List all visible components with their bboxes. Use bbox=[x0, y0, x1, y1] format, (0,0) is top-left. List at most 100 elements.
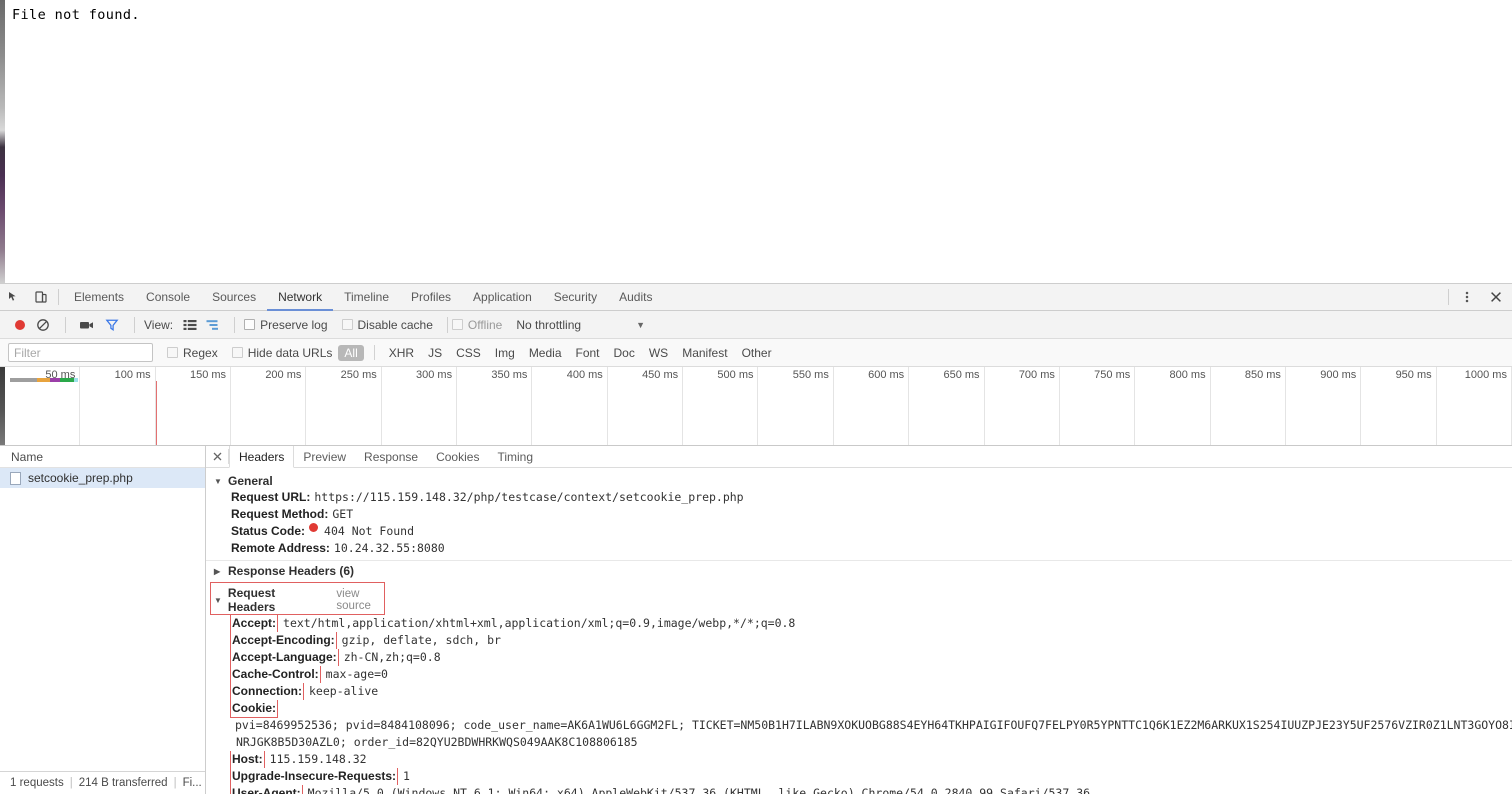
status-transferred: 214 B transferred bbox=[78, 777, 168, 789]
tab-profiles[interactable]: Profiles bbox=[400, 284, 462, 311]
preserve-log-label: Preserve log bbox=[260, 317, 328, 332]
header-name: Host: bbox=[230, 751, 265, 768]
hide-data-urls-label: Hide data URLs bbox=[247, 345, 333, 360]
section-response-headers-header[interactable]: ▶ Response Headers (6) bbox=[206, 560, 1512, 579]
tab-sources[interactable]: Sources bbox=[201, 284, 267, 311]
header-row: Accept: text/html,application/xhtml+xml,… bbox=[206, 615, 1512, 632]
chevron-down-icon[interactable]: ▼ bbox=[636, 320, 645, 330]
type-filter-css[interactable]: CSS bbox=[450, 345, 487, 361]
timeline-tick-label: 450 ms bbox=[642, 369, 679, 381]
tab-timing[interactable]: Timing bbox=[488, 446, 542, 467]
offline-checkbox[interactable]: Offline bbox=[451, 318, 502, 332]
timeline-tick-label: 100 ms bbox=[114, 369, 151, 381]
devtools-tab-list: Elements Console Sources Network Timelin… bbox=[63, 284, 663, 311]
timeline-tick: 350 ms bbox=[457, 367, 533, 445]
tab-timeline[interactable]: Timeline bbox=[333, 284, 400, 311]
waterfall-view-icon[interactable] bbox=[201, 319, 225, 331]
tab-network[interactable]: Network bbox=[267, 284, 334, 311]
record-icon[interactable] bbox=[10, 318, 30, 332]
capture-screenshots-icon[interactable] bbox=[75, 319, 99, 331]
header-value: gzip, deflate, sdch, br bbox=[341, 633, 501, 647]
chevron-right-icon: ▶ bbox=[214, 566, 221, 576]
status-error-icon bbox=[309, 523, 319, 532]
tab-timeline-label: Timeline bbox=[344, 289, 390, 304]
more-options-icon[interactable] bbox=[1453, 284, 1480, 310]
header-value[interactable]: https://115.159.148.32/php/testcase/cont… bbox=[314, 489, 743, 506]
tab-console-label: Console bbox=[146, 289, 191, 304]
timeline-tick-label: 750 ms bbox=[1094, 369, 1131, 381]
requests-list-panel: Name setcookie_prep.php 1 requests | 214… bbox=[0, 446, 206, 794]
network-timeline-overview[interactable]: 50 ms 100 ms 150 ms 200 ms 250 ms 300 ms 350 m… bbox=[0, 367, 1512, 446]
header-value: 115.159.148.32 bbox=[269, 752, 367, 766]
type-filter-font[interactable]: Font bbox=[570, 345, 606, 361]
section-general-header[interactable]: ▼ General bbox=[206, 473, 1512, 489]
type-filter-ws[interactable]: WS bbox=[643, 345, 674, 361]
type-filter-js[interactable]: JS bbox=[422, 345, 448, 361]
timeline-tick-label: 900 ms bbox=[1320, 369, 1357, 381]
request-detail-tabs: Headers Preview Response Cookies Timing bbox=[206, 446, 1512, 468]
type-filter-xhr[interactable]: XHR bbox=[383, 345, 420, 361]
devtools-tabbar: Elements Console Sources Network Timelin… bbox=[0, 284, 1512, 311]
list-view-icon[interactable] bbox=[179, 319, 201, 331]
column-header-name[interactable]: Name bbox=[0, 446, 205, 468]
section-request-headers-header[interactable]: ▼ Request Headers view source bbox=[210, 582, 385, 615]
regex-checkbox[interactable]: Regex bbox=[167, 346, 218, 360]
view-source-link[interactable]: view source bbox=[336, 588, 385, 612]
header-row: Request Method: GET bbox=[206, 506, 1512, 523]
timeline-tick: 750 ms bbox=[1060, 367, 1136, 445]
list-item[interactable]: setcookie_prep.php bbox=[0, 468, 205, 488]
request-detail-panel: Headers Preview Response Cookies Timing … bbox=[206, 446, 1512, 794]
timeline-tick-label: 800 ms bbox=[1169, 369, 1206, 381]
type-filter-manifest[interactable]: Manifest bbox=[676, 345, 733, 361]
tab-network-label: Network bbox=[278, 289, 323, 304]
header-row: Host: 115.159.148.32 bbox=[206, 751, 1512, 768]
type-filter-all[interactable]: All bbox=[338, 344, 364, 361]
tab-headers[interactable]: Headers bbox=[229, 446, 295, 468]
preserve-log-checkbox[interactable]: Preserve log bbox=[244, 317, 328, 332]
tab-security[interactable]: Security bbox=[543, 284, 608, 311]
type-filter-img[interactable]: Img bbox=[489, 345, 521, 361]
header-name: User-Agent: bbox=[230, 785, 303, 794]
tab-elements[interactable]: Elements bbox=[63, 284, 135, 311]
type-filter-other[interactable]: Other bbox=[736, 345, 778, 361]
tab-response[interactable]: Response bbox=[355, 446, 427, 467]
header-name: Accept: bbox=[229, 615, 279, 632]
type-filter-media[interactable]: Media bbox=[523, 345, 568, 361]
status-divider-2: | bbox=[173, 777, 177, 789]
timeline-tick-label: 850 ms bbox=[1244, 369, 1281, 381]
inspect-element-icon[interactable] bbox=[0, 284, 27, 310]
timeline-tick: 650 ms bbox=[909, 367, 985, 445]
timeline-tick-label: 150 ms bbox=[189, 369, 227, 381]
status-finish: Fi... bbox=[182, 777, 202, 789]
timeline-tick: 450 ms bbox=[608, 367, 684, 445]
header-row: Cache-Control: max-age=0 bbox=[206, 666, 1512, 683]
tab-console[interactable]: Console bbox=[135, 284, 201, 311]
filter-icon[interactable] bbox=[99, 318, 125, 332]
type-filter-divider bbox=[373, 345, 375, 360]
header-row: Accept-Encoding: gzip, deflate, sdch, br bbox=[206, 632, 1512, 649]
timeline-tick: 400 ms bbox=[532, 367, 608, 445]
device-toolbar-icon[interactable] bbox=[27, 284, 54, 310]
header-name: Cookie: bbox=[229, 700, 279, 718]
close-detail-icon[interactable] bbox=[206, 446, 228, 467]
type-filter-doc[interactable]: Doc bbox=[608, 345, 641, 361]
section-response-headers-title: Response Headers (6) bbox=[228, 564, 355, 578]
timeline-tick-label: 500 ms bbox=[717, 369, 754, 381]
timeline-tick: 700 ms bbox=[985, 367, 1060, 445]
tab-audits[interactable]: Audits bbox=[608, 284, 663, 311]
header-row: Status Code: 404 Not Found bbox=[206, 523, 1512, 540]
search-input[interactable] bbox=[8, 343, 153, 362]
tab-application[interactable]: Application bbox=[462, 284, 543, 311]
hide-data-urls-checkbox[interactable]: Hide data URLs bbox=[231, 345, 333, 360]
throttling-value[interactable]: No throttling bbox=[516, 318, 581, 332]
tab-preview[interactable]: Preview bbox=[294, 446, 355, 467]
header-value: 10.24.32.55:8080 bbox=[333, 541, 445, 555]
tab-cookies[interactable]: Cookies bbox=[427, 446, 488, 467]
header-value-continuation: NRJGK8B5D30AZL0; order_id=82QYU2BDWHRKWQ… bbox=[236, 735, 638, 749]
header-value: max-age=0 bbox=[325, 667, 388, 681]
clear-icon[interactable] bbox=[30, 318, 56, 332]
request-headers-body: ▼ General Request URL: https://115.159.1… bbox=[206, 468, 1512, 794]
disable-cache-checkbox[interactable]: Disable cache bbox=[341, 318, 433, 332]
close-icon[interactable] bbox=[1480, 284, 1512, 310]
tabbar-divider bbox=[58, 289, 59, 305]
